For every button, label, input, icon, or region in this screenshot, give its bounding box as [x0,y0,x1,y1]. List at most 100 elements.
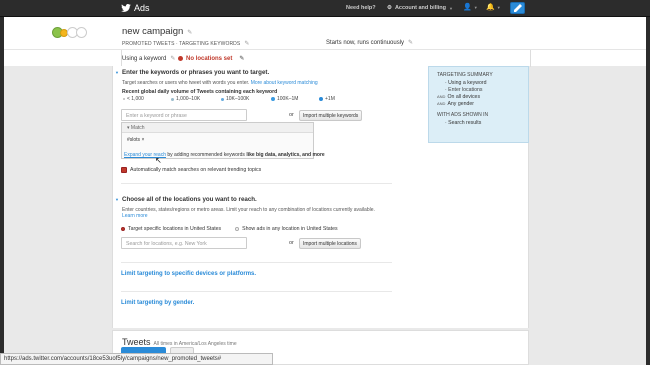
or-label: or [289,240,294,246]
summary-devices-text: On all devices [447,94,481,100]
import-locations-button[interactable]: Import multiple locations [299,238,361,249]
volume-dot [221,97,224,101]
keyword-matching-link[interactable]: More about keyword matching [251,80,318,86]
volume-option: 100K–1M [271,96,319,102]
summary-item-text: Enter locations [448,87,483,93]
import-keywords-button[interactable]: Import multiple keywords [299,110,363,121]
no-locations-text: No locations set [186,55,233,62]
top-nav-bar: Ads Need help? ⚙ Account and billing ▼ 👤… [0,0,650,17]
brand-label: Ads [134,3,150,13]
using-keyword[interactable]: Using a keyword ✎ [122,55,175,62]
keywords-note: Target searches or users who tweet with … [122,80,318,86]
limit-devices-link[interactable]: Limit targeting to specific devices or p… [121,271,256,277]
campaign-schedule[interactable]: Starts now, runs continuously ✎ [326,39,413,46]
collapse-arrow-icon[interactable]: ▼ [115,70,119,75]
brand[interactable]: Ads [121,3,150,13]
radio-selected[interactable] [121,227,125,231]
help-link[interactable]: Need help? [346,5,376,11]
volume-option: 10K–100K [221,96,271,102]
section-divider [121,262,392,263]
twitter-bird-icon [121,4,131,12]
volume-option-label: < 1,000 [127,96,144,102]
summary-shown-item: · Search results [445,120,482,126]
volume-option: < 1,000 [123,96,171,102]
summary-and: AND [437,101,446,106]
pencil-icon[interactable]: ✎ [408,40,413,46]
summary-title: TARGETING SUMMARY [437,72,493,78]
user-icon: 👤 [463,4,472,11]
volume-option: 1,000–10K [171,96,221,102]
volume-dot [171,97,174,101]
summary-and: AND [437,94,446,99]
summary-shown-text: Search results [448,120,482,126]
notifications-menu[interactable]: 🔔 ▼ [486,3,501,11]
step-pending-dot [76,27,87,38]
campaign-subtitle[interactable]: PROMOTED TWEETS · TARGETING KEYWORDS ✎ [122,40,249,47]
targeting-summary: TARGETING SUMMARY · Using a keyword · En… [428,66,529,143]
bell-icon: 🔔 [486,4,495,11]
auto-match-checkbox[interactable] [121,167,127,173]
location-search-input[interactable]: Search for locations, e.g. New York [121,237,247,249]
volume-option-label: 10K–100K [226,96,250,102]
warning-icon [178,56,183,61]
pencil-icon[interactable]: ✎ [187,30,192,36]
chevron-down-icon: ▼ [448,5,453,11]
tweets-title-text: Tweets [122,337,151,347]
tweets-subtitle: All times in America/Los Angeles time [153,341,237,347]
volume-dot [319,97,323,101]
summary-item-text: Using a keyword [448,80,487,86]
chevron-down-icon: ▼ [473,4,478,10]
keyword-input[interactable]: Enter a keyword or phrase [121,109,247,121]
volume-label: Recent global daily volume of Tweets con… [122,89,278,95]
account-billing-menu[interactable]: ⚙ Account and billing ▼ [387,5,453,11]
auto-match-row[interactable]: Automatically match searches on relevant… [121,167,261,173]
campaign-title-text: new campaign [122,26,184,37]
match-header: ▾ Match [122,123,313,133]
target-specific-option[interactable]: Target specific locations in United Stat… [121,226,221,232]
summary-devices: AND On all devices [437,94,520,100]
pencil-icon[interactable]: ✎ [170,56,175,62]
progress-steps [52,27,87,38]
using-keyword-text: Using a keyword [122,56,167,62]
auto-match-label: Automatically match searches on relevant… [130,167,262,173]
campaign-title[interactable]: new campaign ✎ [122,26,192,37]
radio-unselected[interactable] [235,227,240,231]
target-specific-label: Target specific locations in United Stat… [128,226,222,232]
campaign-schedule-text: Starts now, runs continuously [326,40,405,46]
learn-more-link[interactable]: Learn more [122,213,148,219]
locations-note: Enter countries, states/regions or metro… [122,207,392,219]
limit-gender-link[interactable]: Limit targeting by gender. [121,300,194,306]
left-edge [0,17,4,365]
keywords-note-text: Target searches or users who tweet with … [122,80,250,86]
volume-dot [123,98,125,100]
summary-item: · Using a keyword [445,80,487,86]
chevron-down-icon: ▼ [496,4,501,10]
collapse-arrow-icon[interactable]: ▼ [115,197,119,202]
user-menu[interactable]: 👤 ▼ [463,3,478,11]
volume-dot [271,97,275,101]
no-locations-warning[interactable]: No locations set ✎ [178,55,244,62]
account-billing-label: Account and billing [394,5,446,11]
volume-option: +1M [319,96,335,102]
summary-gender-text: Any gender [447,101,474,107]
pencil-icon[interactable]: ✎ [244,41,249,47]
targeting-row: Using a keyword ✎ No locations set ✎ [4,49,646,67]
summary-gender: AND Any gender [437,101,520,107]
locations-heading: Choose all of the locations you want to … [122,196,257,203]
mouse-cursor-icon: ↖ [155,156,162,165]
volume-option-label: 1,000–10K [176,96,201,102]
compose-icon [514,4,522,12]
volume-legend: < 1,000 1,000–10K 10K–100K 100K–1M +1M [123,96,335,102]
match-header-text: Match [130,125,145,131]
summary-item: · Enter locations [445,87,483,93]
tweets-heading: Tweets All times in America/Los Angeles t… [122,337,237,347]
keywords-heading: Enter the keywords or phrases you want t… [122,69,270,76]
pencil-icon[interactable]: ✎ [239,55,244,62]
show-any-label: Show ads in any location in United State… [242,226,338,232]
show-any-option[interactable]: Show ads in any location in United State… [235,226,338,232]
campaign-subtitle-text: PROMOTED TWEETS · TARGETING KEYWORDS [122,41,241,47]
or-label: or [289,112,294,118]
compose-tweet-button[interactable] [510,2,525,14]
browser-status-bar: https://ads.twitter.com/accounts/18ce53u… [0,353,273,365]
keyword-tag[interactable]: #slots × [127,137,144,143]
